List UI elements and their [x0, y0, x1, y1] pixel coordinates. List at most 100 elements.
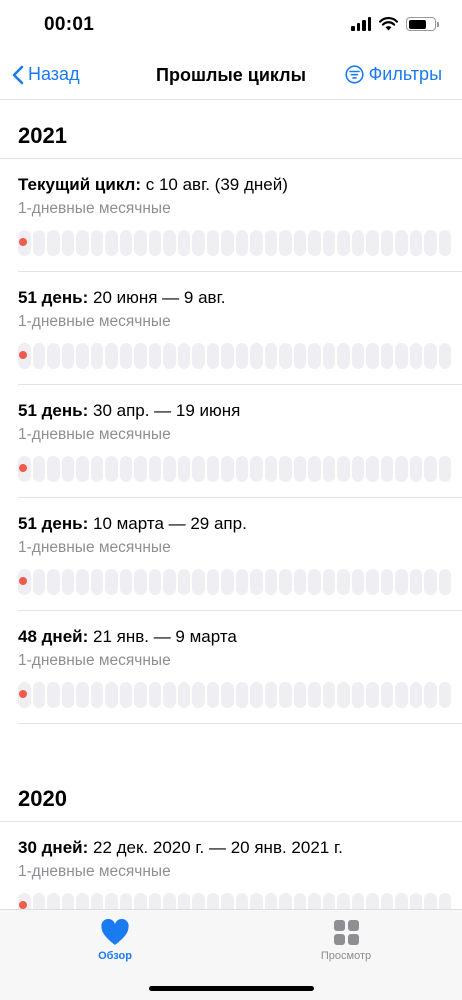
cycle-dates: 30 апр. — 19 июня: [88, 401, 241, 420]
cycle-day-pill: [395, 682, 408, 708]
cycle-day-pill: [47, 893, 60, 909]
cycle-row[interactable]: 51 день: 10 марта — 29 апр. 1-дневные мес…: [18, 498, 462, 611]
cycle-row[interactable]: 30 дней: 22 дек. 2020 г. — 20 янв. 2021 …: [18, 822, 462, 909]
cycle-day-pill: [148, 230, 161, 256]
cycle-day-pill: [293, 569, 306, 595]
cycle-day-pill: [163, 343, 176, 369]
cycle-day-pill: [148, 893, 161, 909]
cycle-day-pill: [90, 230, 103, 256]
cycle-day-pill: [134, 893, 147, 909]
cycle-day-pill: [61, 569, 74, 595]
cycle-day-pill: [61, 343, 74, 369]
cycle-row[interactable]: 51 день: 20 июня — 9 авг. 1-дневные месяч…: [18, 272, 462, 385]
tab-browse[interactable]: Просмотр: [286, 916, 406, 962]
cycle-day-track: [18, 893, 451, 909]
cycle-day-pill: [192, 569, 205, 595]
cellular-signal-icon: [351, 17, 371, 31]
cycle-history-list[interactable]: 2021 Текущий цикл: с 10 авг. (39 дней) 1-д…: [0, 101, 462, 909]
year-header: 2020: [0, 764, 462, 822]
cycle-day-pill: [250, 893, 263, 909]
cycle-day-pill: [76, 569, 89, 595]
cycle-day-pill: [177, 682, 190, 708]
status-time: 00:01: [44, 14, 95, 35]
cycle-day-pill: [351, 569, 364, 595]
cycle-day-pill: [380, 343, 393, 369]
cycle-day-pill: [279, 682, 292, 708]
cycle-day-pill: [119, 569, 132, 595]
cycle-day-pill: [380, 456, 393, 482]
cycle-day-pill: [221, 456, 234, 482]
cycle-day-pill: [380, 893, 393, 909]
cycle-day-pill: [279, 893, 292, 909]
cycle-day-pill: [366, 893, 379, 909]
cycle-day-pill: [308, 569, 321, 595]
cycle-day-pill: [105, 230, 118, 256]
cycle-day-pill: [206, 682, 219, 708]
cycle-day-pill: [438, 456, 451, 482]
cycle-day-pill: [90, 569, 103, 595]
cycle-day-pill: [47, 569, 60, 595]
cycle-day-pill: [32, 230, 45, 256]
cycle-day-pill: [351, 682, 364, 708]
cycle-title: 51 день: 30 апр. — 19 июня: [18, 401, 462, 421]
cycle-day-pill: [351, 893, 364, 909]
year-header: 2021: [0, 101, 462, 159]
cycle-day-pill: [90, 343, 103, 369]
cycle-day-pill: [235, 569, 248, 595]
cycle-day-pill: [163, 682, 176, 708]
cycle-day-pill: [235, 682, 248, 708]
cycle-row[interactable]: 48 дней: 21 янв. — 9 марта 1-дневные меся…: [18, 611, 462, 724]
cycle-day-pill: [235, 230, 248, 256]
cycle-day-pill: [90, 893, 103, 909]
cycle-day-pill: [206, 230, 219, 256]
cycle-day-pill: [308, 682, 321, 708]
cycle-day-pill: [47, 456, 60, 482]
cycle-row[interactable]: Текущий цикл: с 10 авг. (39 дней) 1-дневн…: [18, 159, 462, 272]
cycle-day-pill: [32, 569, 45, 595]
cycle-day-pill: [134, 682, 147, 708]
cycle-day-pill: [134, 343, 147, 369]
battery-icon: [406, 17, 439, 31]
cycle-day-pill: [438, 682, 451, 708]
cycle-day-track: [18, 569, 451, 595]
cycle-day-pill: [32, 456, 45, 482]
cycle-day-pill: [264, 230, 277, 256]
cycle-title: 51 день: 10 марта — 29 апр.: [18, 514, 462, 534]
filter-icon: [344, 65, 364, 84]
cycle-row[interactable]: 51 день: 30 апр. — 19 июня 1-дневные меся…: [18, 385, 462, 498]
cycle-day-pill: [119, 456, 132, 482]
cycle-day-pill: [235, 456, 248, 482]
cycle-day-pill: [409, 893, 422, 909]
cycle-day-pill: [119, 682, 132, 708]
cycle-day-pill: [308, 893, 321, 909]
cycle-day-pill: [61, 230, 74, 256]
cycle-day-pill: [366, 343, 379, 369]
cycle-day-pill: [279, 230, 292, 256]
cycle-day-pill: [148, 456, 161, 482]
cycle-day-pill: [380, 230, 393, 256]
cycle-day-pill: [337, 456, 350, 482]
cycle-day-pill: [47, 682, 60, 708]
cycle-day-pill: [206, 343, 219, 369]
cycle-day-pill: [337, 893, 350, 909]
cycle-day-pill: [221, 230, 234, 256]
cycle-length: Текущий цикл:: [18, 175, 142, 194]
cycle-day-track: [18, 456, 451, 482]
cycle-day-pill: [250, 456, 263, 482]
cycle-length: 51 день:: [18, 514, 89, 533]
cycle-day-pill: [438, 569, 451, 595]
filters-button[interactable]: Фильтры: [344, 64, 442, 85]
tab-summary[interactable]: Обзор: [55, 916, 175, 962]
cycle-day-pill: [61, 456, 74, 482]
grid-icon: [333, 919, 359, 945]
cycle-day-pill: [163, 569, 176, 595]
cycle-day-pill: [105, 569, 118, 595]
cycle-day-pill: [366, 456, 379, 482]
cycle-day-pill: [250, 682, 263, 708]
period-day-marker: [18, 893, 31, 909]
cycle-day-pill: [32, 682, 45, 708]
cycle-day-pill: [351, 343, 364, 369]
cycle-day-pill: [264, 456, 277, 482]
cycle-day-pill: [424, 343, 437, 369]
cycle-dates: 22 дек. 2020 г. — 20 янв. 2021 г.: [88, 838, 343, 857]
